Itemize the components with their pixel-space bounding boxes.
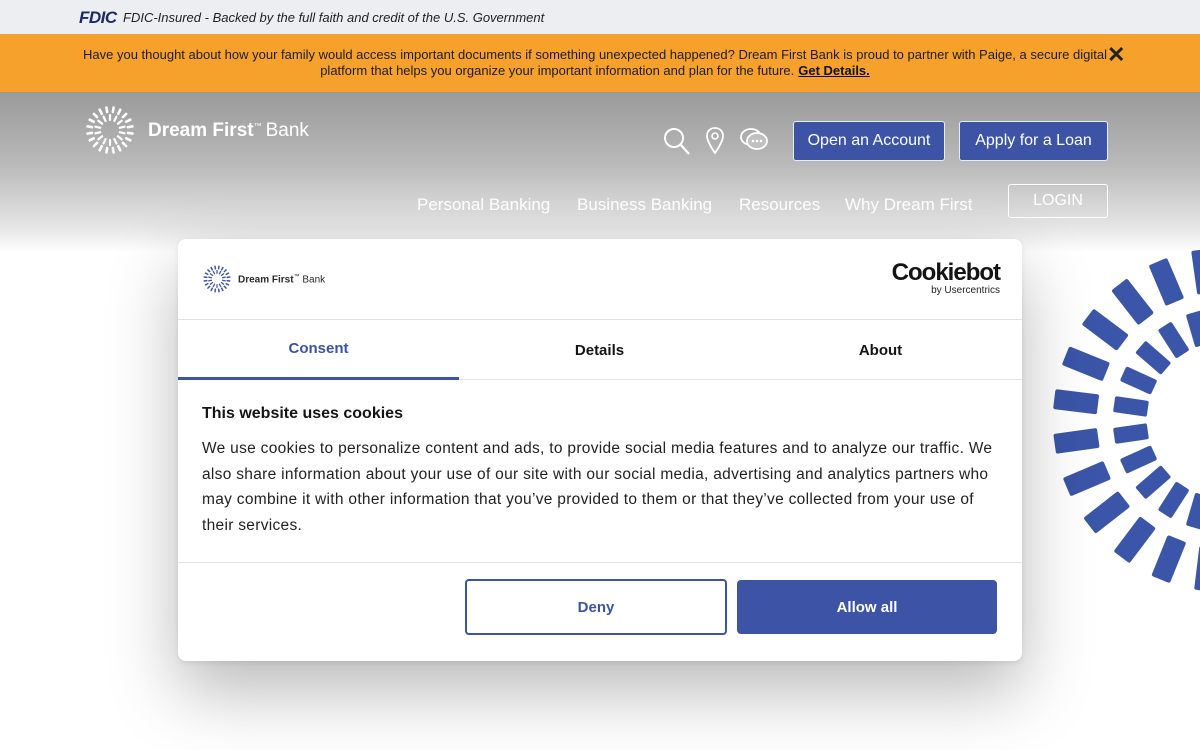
burst-segment [1120,445,1157,474]
announcement-text: Have you thought about how your family w… [83,47,1107,78]
brand-name-second: Bank [265,120,309,141]
cookie-consent-dialog: Dream First™ Bank Cookiebot by Usercentr… [178,239,1022,661]
dialog-header: Dream First™ Bank Cookiebot by Usercentr… [178,239,1022,320]
burst-segment [1135,341,1171,375]
dialog-body: This website uses cookies We use cookies… [202,405,1002,538]
tab-about[interactable]: About [740,320,1021,380]
cookiebot-logo[interactable]: Cookiebot by Usercentrics [890,259,1001,297]
cookiebot-subtitle: by Usercentrics [931,285,1000,296]
fdic-logo: FDIC [79,8,117,27]
burst-segment [1151,535,1186,583]
dialog-bank-tm: ™ [293,274,300,280]
burst-segment [1158,482,1189,518]
burst-segment [1135,465,1171,499]
location-pin-icon[interactable] [705,126,725,156]
nav-resources[interactable]: Resources [739,195,820,215]
burst-segment [1084,491,1130,533]
fdic-text: FDIC-Insured - Backed by the full faith … [123,10,545,25]
tab-details[interactable]: Details [459,320,740,380]
burst-segment [1191,248,1200,295]
brand-name[interactable]: Dream First™ Bank [148,120,309,142]
announcement-text-wrap: Have you thought about how your family w… [80,47,1110,79]
announcement-banner: Have you thought about how your family w… [0,34,1200,92]
dialog-divider [178,562,1022,563]
search-icon[interactable] [663,126,691,156]
brand-logo-icon[interactable] [80,100,140,160]
get-details-link[interactable]: Get Details. [798,63,870,78]
burst-segment [1186,310,1200,347]
burst-segment [1062,346,1110,381]
burst-segment [1053,389,1099,415]
nav-personal-banking[interactable]: Personal Banking [417,195,550,215]
dialog-bank-name: Dream First™ Bank [238,274,325,285]
burst-segment [1053,428,1100,454]
bank-logo-icon [203,265,231,293]
burst-segment [1158,322,1189,358]
dialog-bank-second: Bank [302,274,326,286]
burst-segment [1114,517,1156,563]
allow-all-button[interactable]: Allow all [737,580,997,634]
burst-segment [1149,258,1184,306]
deny-button[interactable]: Deny [465,579,727,635]
dialog-heading: This website uses cookies [202,405,403,422]
tab-consent[interactable]: Consent [178,320,459,380]
dialog-bank-first: Dream First [238,274,294,286]
brand-tm: ™ [253,121,262,131]
burst-segment [1113,423,1149,444]
decorative-burst [1053,248,1200,592]
burst-segment [1113,396,1149,417]
apply-loan-button[interactable]: Apply for a Loan [959,121,1108,161]
nav-why-dream-first[interactable]: Why Dream First [845,195,973,215]
burst-segment [1120,366,1157,395]
dialog-tabs: Consent Details About [178,320,1022,380]
chat-icon[interactable] [739,126,769,154]
open-account-button[interactable]: Open an Account [793,121,945,161]
close-icon[interactable]: ✕ [1107,42,1125,68]
nav-business-banking[interactable]: Business Banking [577,195,712,215]
dialog-text: We use cookies to personalize content an… [202,440,993,534]
burst-segment [1082,309,1128,351]
burst-segment [1063,461,1111,496]
fdic-bar: FDIC FDIC-Insured - Backed by the full f… [0,0,1200,34]
burst-segment [1112,279,1154,325]
cookiebot-wordmark: Cookiebot [891,259,1001,286]
burst-segment [1194,546,1200,592]
brand-name-first: Dream First [148,120,254,141]
burst-segment [1186,493,1200,530]
